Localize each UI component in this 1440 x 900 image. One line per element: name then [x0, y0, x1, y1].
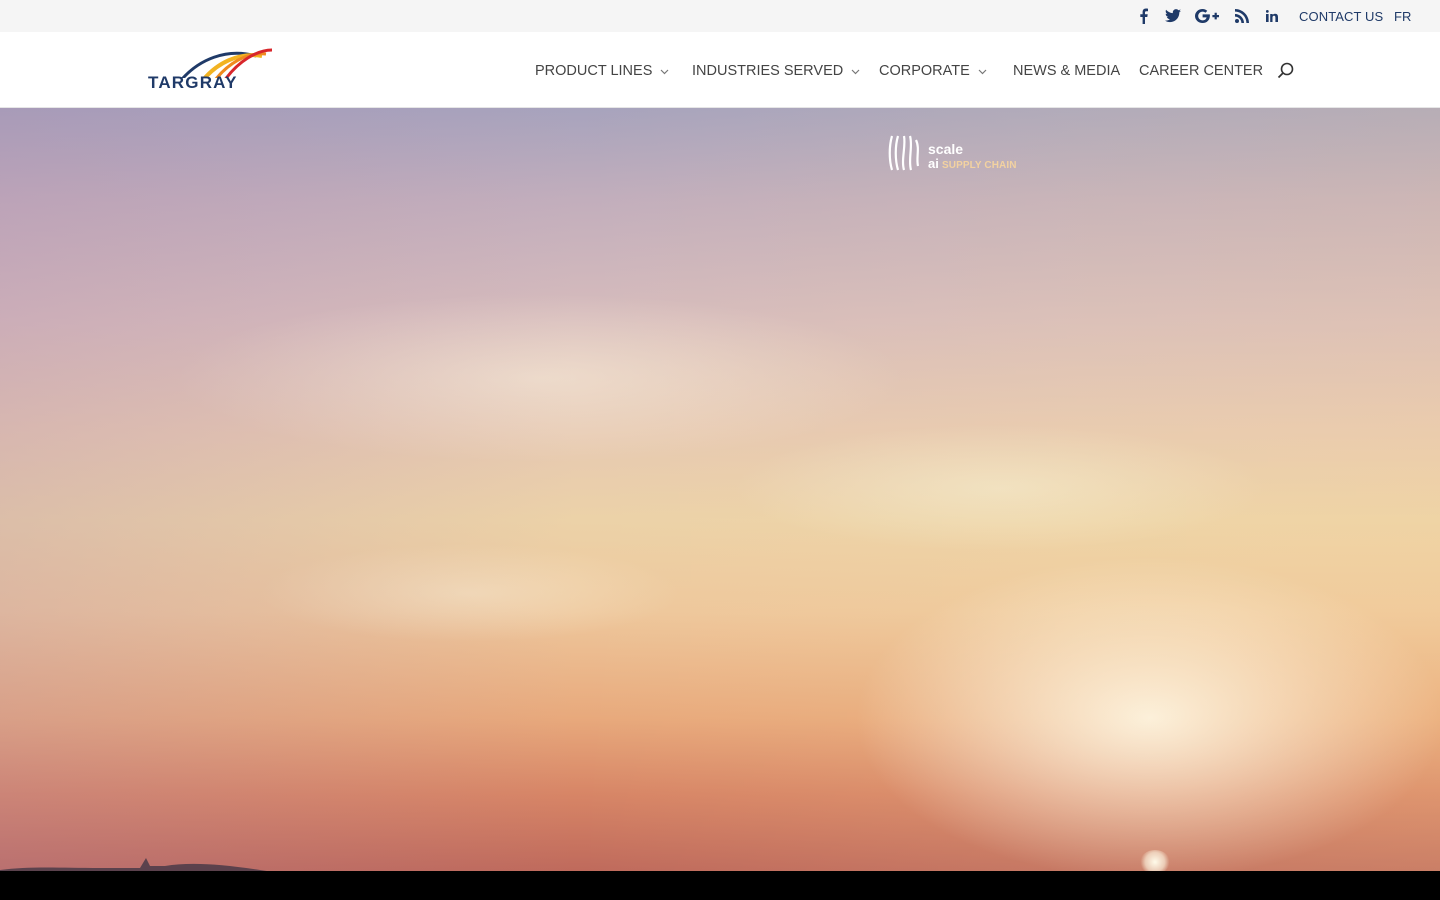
nav-news-media[interactable]: NEWS & MEDIA: [1013, 63, 1120, 79]
nav-product-lines[interactable]: PRODUCT LINES: [535, 63, 669, 79]
chevron-down-icon: [851, 63, 860, 79]
logo-wordmark: TARGRAY: [148, 73, 238, 92]
chevron-down-icon: [660, 63, 669, 79]
targray-logo[interactable]: TARGRAY: [148, 48, 278, 94]
hero-banner: scale ai SUPPLY CHAIN: [0, 108, 1440, 871]
contact-us-link[interactable]: CONTACT US: [1299, 9, 1383, 24]
scale-ai-word-ai: ai: [928, 156, 939, 171]
nav-career-center[interactable]: CAREER CENTER: [1139, 63, 1263, 79]
linkedin-icon[interactable]: [1265, 0, 1279, 32]
hero-sky-tint: [0, 108, 1440, 871]
chevron-down-icon: [978, 63, 987, 79]
google-plus-icon[interactable]: [1194, 0, 1220, 32]
sun-glow: [1140, 850, 1170, 871]
scale-ai-word-supply-chain: SUPPLY CHAIN: [942, 160, 1017, 171]
scale-ai-waves-icon: [888, 135, 920, 171]
nav-industries-served[interactable]: INDUSTRIES SERVED: [692, 63, 860, 79]
rss-icon[interactable]: [1234, 0, 1250, 32]
twitter-icon[interactable]: [1164, 0, 1182, 32]
bottom-black-strip: [0, 871, 1440, 900]
scale-ai-supply-chain-logo: scale ai SUPPLY CHAIN: [888, 134, 1028, 174]
search-icon[interactable]: [1276, 61, 1296, 81]
top-utility-bar: CONTACT US FR: [0, 0, 1440, 32]
site-header: TARGRAY PRODUCT LINES INDUSTRIES SERVED …: [0, 32, 1440, 108]
scale-ai-word-scale: scale: [928, 141, 964, 157]
nav-corporate[interactable]: CORPORATE: [879, 63, 987, 79]
horizon-silhouette: [0, 858, 267, 871]
language-toggle-fr[interactable]: FR: [1394, 9, 1412, 24]
facebook-icon[interactable]: [1136, 0, 1150, 32]
